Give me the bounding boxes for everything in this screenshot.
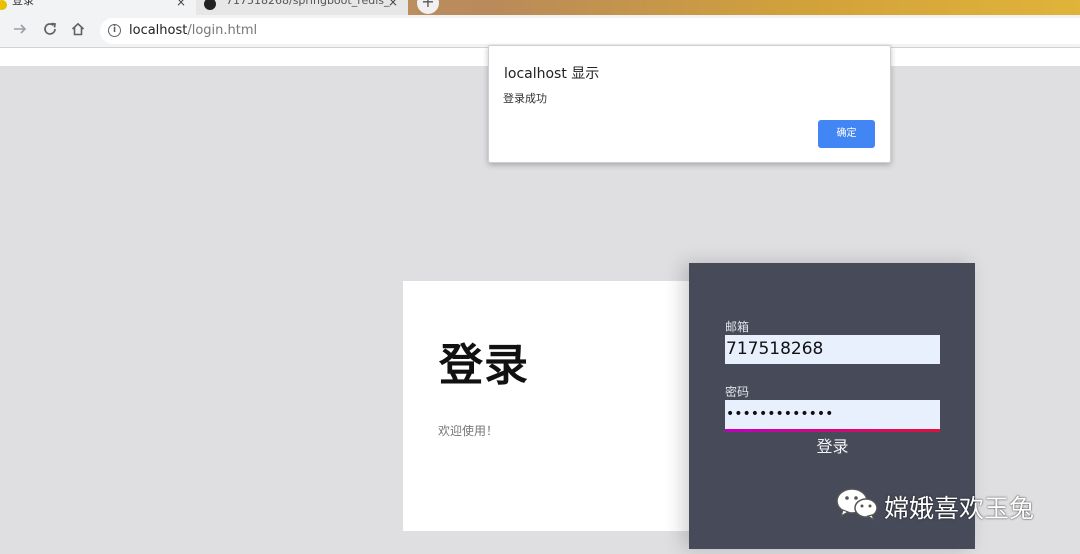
password-field[interactable]: ••••••••••••• bbox=[725, 400, 940, 429]
login-info-panel: 登录 欢迎使用！ bbox=[403, 281, 703, 531]
dialog-message: 登录成功 bbox=[503, 92, 547, 105]
login-heading: 登录 bbox=[439, 340, 529, 391]
reload-icon[interactable] bbox=[40, 21, 60, 41]
tab-title: 登录 bbox=[12, 0, 34, 7]
tab-close-icon[interactable]: × bbox=[388, 0, 398, 11]
tab-github[interactable]: 717518268/springboot_redis_ × bbox=[196, 0, 408, 15]
forward-arrow-icon[interactable] bbox=[10, 21, 30, 41]
tab-strip: 登录 × 717518268/springboot_redis_ × + bbox=[0, 0, 1080, 15]
dialog-ok-button[interactable]: 确定 bbox=[818, 120, 875, 148]
password-label: 密码 bbox=[725, 385, 750, 399]
watermark-text: 嫦娥喜欢玉兔 bbox=[884, 494, 1035, 523]
alert-dialog: localhost 显示 登录成功 确定 bbox=[488, 45, 891, 163]
email-field[interactable]: 717518268 bbox=[725, 335, 940, 364]
dialog-title: localhost 显示 bbox=[504, 66, 600, 82]
site-info-icon[interactable]: i bbox=[108, 24, 121, 37]
tab-title: 717518268/springboot_redis_ bbox=[226, 0, 390, 7]
tab-login[interactable]: 登录 × bbox=[0, 0, 196, 15]
tab-close-icon[interactable]: × bbox=[176, 0, 186, 11]
new-tab-button[interactable]: + bbox=[417, 0, 439, 14]
email-label: 邮箱 bbox=[725, 320, 750, 334]
password-focus-underline bbox=[725, 429, 940, 432]
home-icon[interactable] bbox=[68, 21, 88, 41]
address-bar[interactable]: i localhost/login.html bbox=[100, 18, 1080, 44]
welcome-text: 欢迎使用！ bbox=[438, 424, 499, 438]
browser-toolbar: i localhost/login.html bbox=[0, 15, 1080, 48]
wechat-icon bbox=[836, 488, 878, 522]
address-url: localhost/login.html bbox=[129, 23, 258, 38]
github-icon bbox=[204, 0, 216, 10]
login-button[interactable]: 登录 bbox=[725, 433, 940, 457]
favicon-icon bbox=[0, 0, 7, 10]
